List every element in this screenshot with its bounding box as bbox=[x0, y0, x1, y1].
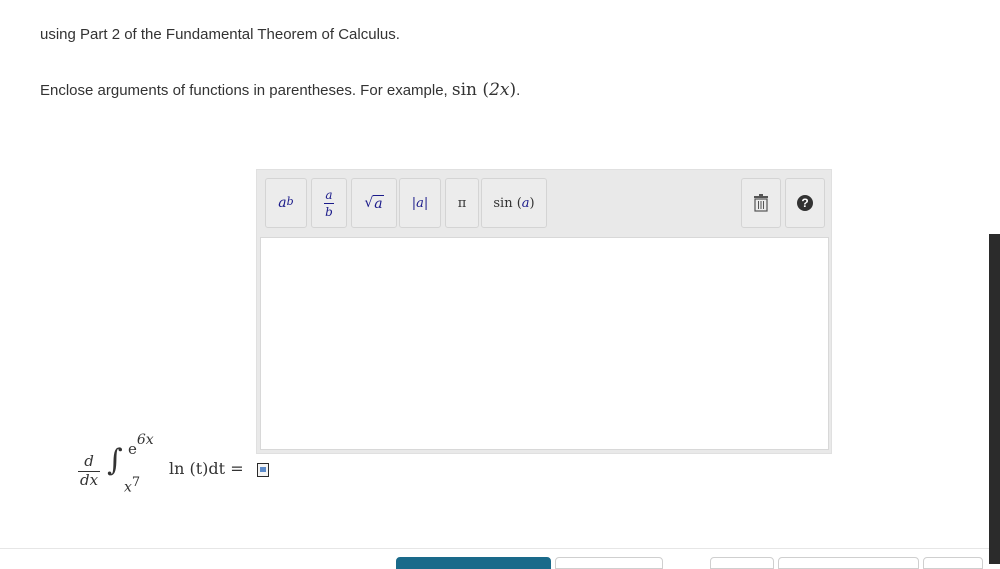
upper-limit: e6x bbox=[128, 432, 154, 458]
pi-button[interactable]: π bbox=[445, 178, 479, 228]
fraction-icon: a b bbox=[324, 187, 334, 219]
footer-button-2[interactable] bbox=[555, 557, 663, 569]
footer-button-4[interactable] bbox=[778, 557, 919, 569]
problem-expression: d dx ∫ e6x x7 ln (t)dt = bbox=[76, 430, 276, 500]
integrand: ln (t)dt = bbox=[169, 459, 244, 478]
math-editor: ab a b √ a |a| π sin (a) ? bbox=[256, 169, 832, 454]
abs-button[interactable]: |a| bbox=[399, 178, 441, 228]
fraction-button[interactable]: a b bbox=[311, 178, 347, 228]
sqrt-button[interactable]: √ a bbox=[351, 178, 397, 228]
footer-divider bbox=[0, 548, 1000, 549]
submit-button[interactable] bbox=[396, 557, 551, 569]
instruction-text: Enclose arguments of functions in parent… bbox=[40, 82, 452, 99]
integral-sign: ∫ bbox=[107, 443, 123, 478]
instruction-line-2: Enclose arguments of functions in parent… bbox=[40, 80, 521, 100]
scrollbar[interactable] bbox=[989, 234, 1000, 564]
clear-button[interactable] bbox=[741, 178, 781, 228]
footer-button-5[interactable] bbox=[923, 557, 983, 569]
help-button[interactable]: ? bbox=[785, 178, 825, 228]
trash-icon bbox=[754, 194, 768, 212]
footer-button-3[interactable] bbox=[710, 557, 774, 569]
answer-box-icon[interactable] bbox=[257, 463, 269, 477]
answer-input[interactable] bbox=[260, 237, 829, 450]
derivative-operator: d dx bbox=[78, 452, 100, 489]
power-button[interactable]: ab bbox=[265, 178, 307, 228]
example-math: sin (2x) bbox=[451, 80, 517, 100]
instruction-line-1: using Part 2 of the Fundamental Theorem … bbox=[40, 26, 400, 43]
sin-button[interactable]: sin (a) bbox=[481, 178, 547, 228]
lower-limit: x7 bbox=[124, 475, 141, 496]
help-icon: ? bbox=[797, 195, 813, 211]
